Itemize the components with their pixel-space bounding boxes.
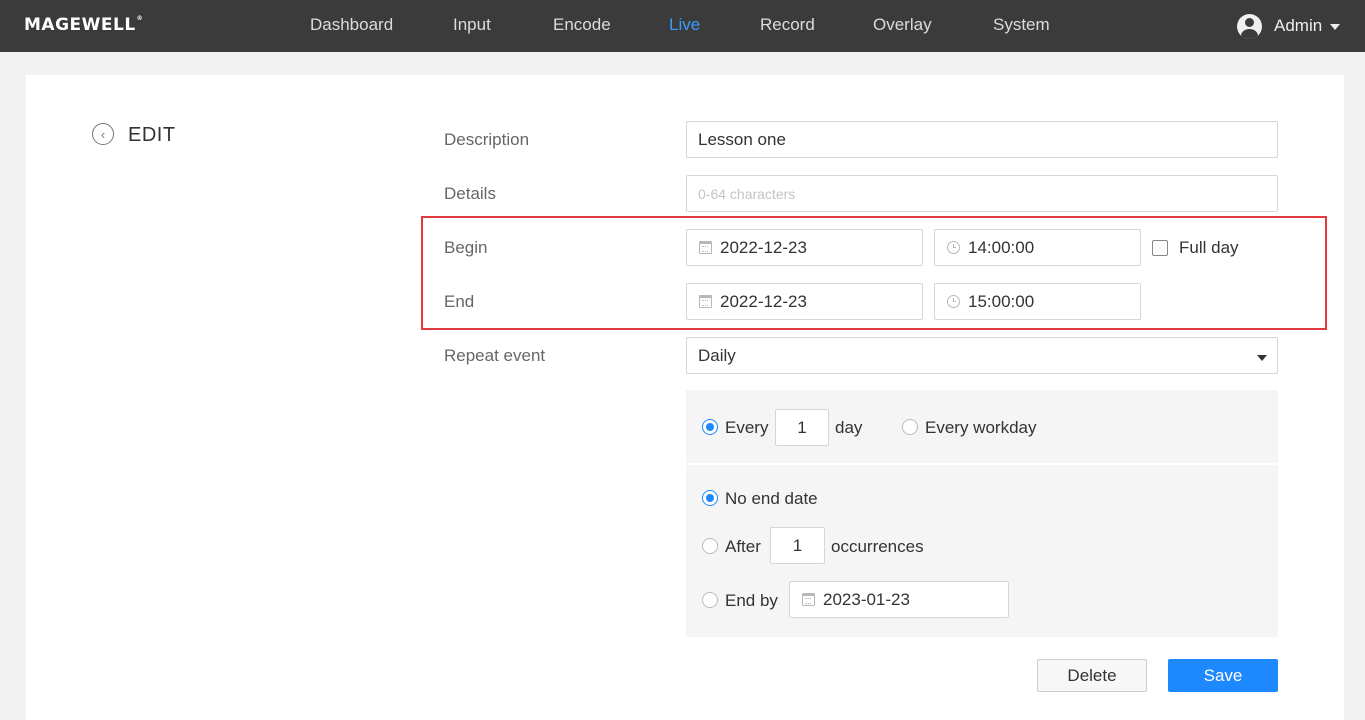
end-by-label: End by <box>725 591 778 610</box>
delete-button[interactable]: Delete <box>1037 659 1147 692</box>
page-title: EDIT <box>128 124 176 146</box>
nav-encode[interactable]: Encode <box>553 15 611 35</box>
user-avatar-icon <box>1237 13 1262 39</box>
after-label: After <box>725 537 761 556</box>
end-by-radio[interactable] <box>702 592 718 608</box>
repeat-event-value: Daily <box>698 345 736 365</box>
day-label: day <box>835 418 863 437</box>
every-label: Every <box>725 418 769 437</box>
end-by-date-input[interactable]: 2023-01-23 <box>789 581 1009 618</box>
nav-dashboard[interactable]: Dashboard <box>310 15 393 35</box>
no-end-date-radio[interactable] <box>702 490 718 506</box>
description-value: Lesson one <box>698 129 786 149</box>
every-workday-radio[interactable] <box>902 419 918 435</box>
begin-end-highlight-box <box>421 216 1327 330</box>
details-label: Details <box>444 184 496 203</box>
no-end-date-label: No end date <box>725 489 818 508</box>
repeat-event-label: Repeat event <box>444 346 546 365</box>
every-days-input[interactable]: 1 <box>775 409 829 446</box>
every-radio[interactable] <box>702 419 718 435</box>
description-input[interactable]: Lesson one <box>686 121 1278 158</box>
caret-down-icon <box>1330 24 1341 30</box>
description-label: Description <box>444 130 530 149</box>
repeat-event-select[interactable]: Daily <box>686 337 1278 374</box>
after-radio[interactable] <box>702 538 718 554</box>
every-workday-label: Every workday <box>925 418 1037 437</box>
back-icon[interactable]: ‹ <box>92 123 114 145</box>
nav-overlay[interactable]: Overlay <box>873 15 932 35</box>
occurrences-input[interactable]: 1 <box>770 527 825 564</box>
calendar-icon <box>802 593 815 606</box>
end-by-date-value: 2023-01-23 <box>823 589 910 609</box>
nav-input[interactable]: Input <box>453 15 491 35</box>
magewell-logo[interactable]: MAGEWELL® <box>24 15 143 35</box>
caret-down-icon <box>1257 355 1267 361</box>
occurrences-label: occurrences <box>831 537 924 556</box>
panel-divider <box>686 463 1278 465</box>
user-menu[interactable]: Admin <box>1237 13 1341 39</box>
nav-system[interactable]: System <box>993 15 1050 35</box>
nav-record[interactable]: Record <box>760 15 815 35</box>
user-name: Admin <box>1274 16 1323 35</box>
nav-live[interactable]: Live <box>669 15 700 35</box>
details-input[interactable]: 0-64 characters <box>686 175 1278 212</box>
top-navigation-bar: MAGEWELL® Dashboard Input Encode Live Re… <box>0 0 1365 52</box>
details-placeholder: 0-64 characters <box>698 185 796 202</box>
save-button[interactable]: Save <box>1168 659 1278 692</box>
